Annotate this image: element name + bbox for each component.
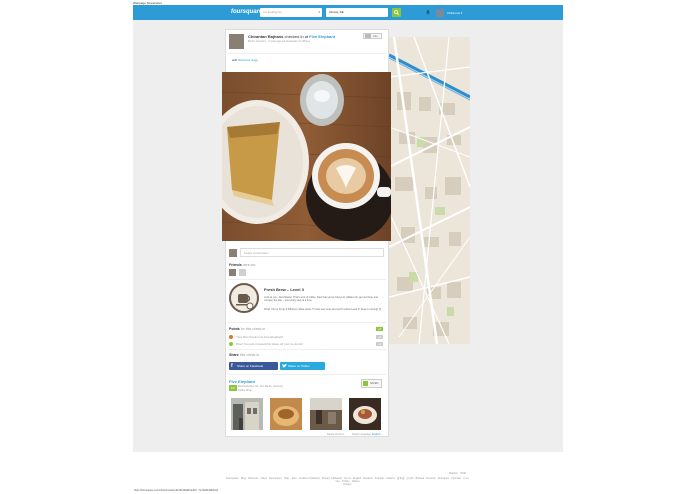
with-prefix: with — [232, 58, 238, 62]
user-menu[interactable]: Chiranrus ▾ — [447, 11, 462, 15]
badge-title: Fresh Brew – Level 3 — [264, 287, 304, 292]
status-bar-url: https://foursquare.com/chiranrus/checkin… — [134, 489, 218, 492]
like-button[interactable]: Like — [363, 33, 382, 39]
like-label: Like — [373, 34, 378, 38]
delete-checkin-link[interactable]: Delete check-in — [327, 433, 344, 436]
save-venue-button[interactable]: SAVED — [361, 379, 382, 388]
search-button[interactable] — [392, 8, 401, 17]
checkin-verb: checked in at — [284, 34, 309, 39]
coffee-cup-icon — [236, 294, 254, 310]
points-check-icon — [229, 342, 233, 346]
venue-rating: 9.0 — [229, 385, 237, 391]
venue-address: Reichenberger Str. 101, Berlin, Germany — [238, 385, 284, 388]
language-label: Select Language: — [352, 433, 372, 436]
footer-links-2[interactable]: Privacy — [225, 483, 470, 486]
search-input[interactable]: I'm looking for... ▾ — [260, 8, 322, 17]
divider — [228, 374, 386, 375]
foursquare-logo[interactable]: foursquare — [231, 9, 262, 15]
near-input[interactable]: Almaty, DE — [326, 8, 388, 17]
divider — [228, 349, 386, 350]
search-icon — [394, 10, 399, 15]
friends-title: Friends — [229, 263, 242, 267]
cafe-interior-photo-image — [310, 398, 342, 430]
checkin-meta: Berlin, Germany · 2 years ago via foursq… — [248, 40, 310, 43]
share-title-suffix: this check-in — [239, 353, 260, 357]
friends-suffix: here too — [242, 263, 256, 267]
search-placeholder: I'm looking for... — [263, 10, 284, 14]
notification-bell-icon[interactable] — [426, 10, 430, 15]
share-facebook-button[interactable]: f Share on Facebook — [229, 362, 278, 370]
venue-map[interactable] — [389, 37, 470, 344]
share-facebook-label: Share on Facebook — [237, 364, 264, 368]
checkin-user-name[interactable]: Chirantan Rajhans — [248, 34, 283, 39]
checkin-photo[interactable] — [222, 72, 391, 241]
badge-text-2: Wow! You've hit up 3 different coffee sp… — [264, 308, 382, 311]
friend-avatar[interactable] — [239, 269, 246, 276]
comment-input[interactable]: Leave a comment... — [240, 248, 384, 257]
language-select[interactable]: English — [372, 433, 380, 436]
map-streets — [389, 37, 470, 344]
street-photo-image — [231, 398, 263, 430]
bookmark-icon — [363, 381, 368, 386]
points-item-value: +2 — [376, 342, 383, 346]
facebook-icon: f — [231, 363, 233, 369]
badge-fresh-brew[interactable] — [229, 283, 259, 313]
twitter-icon — [282, 364, 287, 368]
share-twitter-label: Share on Twitter — [288, 364, 310, 368]
with-friend-link[interactable]: Rebecca Jiggy — [238, 58, 258, 62]
divider — [228, 322, 386, 323]
checkin-user-avatar[interactable] — [229, 34, 244, 49]
points-star-icon — [229, 335, 233, 339]
points-item-value: +3 — [376, 335, 383, 339]
venue-name-link[interactable]: Five Elephant — [229, 379, 255, 384]
divider — [228, 279, 386, 280]
points-item-text: Your first check-in at Five Elephant! — [236, 335, 284, 339]
comment-avatar — [229, 249, 237, 257]
badge-text: Look at you, Java Master. That's a lot o… — [264, 296, 378, 303]
points-total: +5 — [376, 327, 383, 331]
venue-photo-thumb[interactable] — [270, 398, 302, 430]
map-credit: Mapbox · OSM — [449, 472, 466, 475]
share-twitter-button[interactable]: Share on Twitter — [280, 362, 325, 370]
friend-avatar[interactable] — [229, 269, 236, 276]
venue-photo-thumb[interactable] — [349, 398, 381, 430]
pastry-photo-image — [270, 398, 302, 430]
page-footer — [133, 452, 563, 494]
venue-photo-thumb[interactable] — [231, 398, 263, 430]
share-title: Share — [229, 353, 239, 357]
save-venue-label: SAVED — [370, 382, 379, 385]
coffee-photo-image — [222, 72, 391, 241]
user-avatar[interactable] — [436, 9, 444, 17]
points-title-suffix: for this check-in — [240, 327, 266, 331]
points-item-text: Woo! You just crossed this place off you… — [236, 342, 303, 346]
cake-photo-image — [349, 398, 381, 430]
divider — [228, 53, 386, 54]
venue-category: Coffee Shop — [238, 389, 252, 392]
heart-icon — [365, 34, 371, 38]
venue-photo-thumb[interactable] — [310, 398, 342, 430]
comment-placeholder: Leave a comment... — [244, 251, 271, 255]
points-title: Points — [229, 327, 240, 331]
chevron-down-icon: ▾ — [318, 10, 320, 14]
checkin-venue-link[interactable]: Five Elephant — [309, 34, 335, 39]
